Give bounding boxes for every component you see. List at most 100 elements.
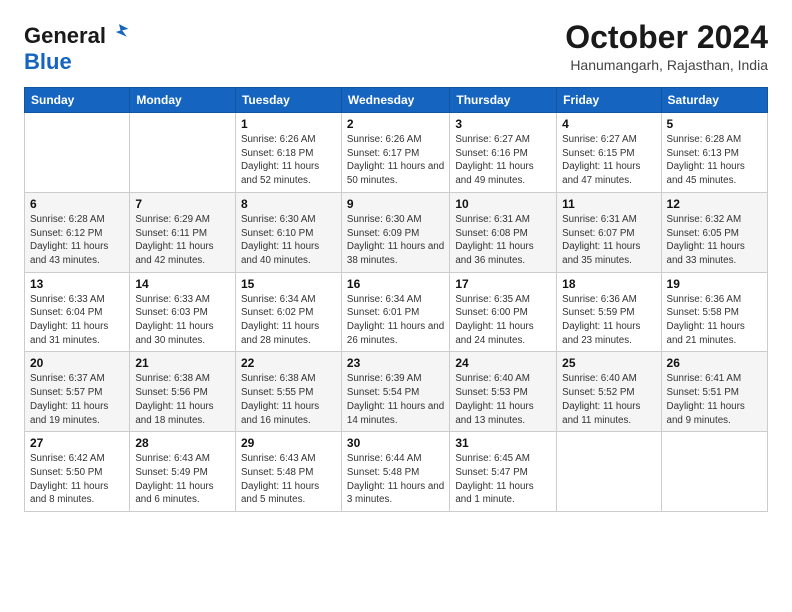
table-row: 20Sunrise: 6:37 AMSunset: 5:57 PMDayligh… xyxy=(25,352,130,432)
table-row: 30Sunrise: 6:44 AMSunset: 5:48 PMDayligh… xyxy=(341,432,449,512)
sun-time: Sunrise: 6:36 AM xyxy=(667,294,742,305)
sun-time: Sunset: 6:11 PM xyxy=(135,228,207,239)
calendar-week-row: 6 Sunrise: 6:28 AM Sunset: 6:12 PM Daylight… xyxy=(25,192,768,272)
daylight-hours: Daylight: 11 hours and 26 minutes. xyxy=(347,321,444,346)
table-row: 2 Sunrise: 6:26 AMSunset: 6:17 PMDaylight… xyxy=(341,113,449,193)
day-info: Sunrise: 6:26 AMSunset: 6:17 PMDaylight:… xyxy=(347,133,444,188)
day-number: 21 xyxy=(135,356,230,370)
table-row: 19Sunrise: 6:36 AMSunset: 5:58 PMDayligh… xyxy=(661,272,767,352)
day-info: Sunrise: 6:28 AMSunset: 6:13 PMDaylight:… xyxy=(667,133,762,188)
col-saturday: Saturday xyxy=(661,88,767,113)
sun-time: Sunrise: 6:34 AM xyxy=(241,294,316,305)
daylight-hours: Daylight: 11 hours and 18 minutes. xyxy=(135,401,213,426)
day-info: Sunrise: 6:45 AMSunset: 5:47 PMDaylight:… xyxy=(455,452,551,507)
table-row: 7Sunrise: 6:29 AMSunset: 6:11 PMDaylight… xyxy=(130,192,236,272)
col-friday: Friday xyxy=(557,88,661,113)
table-row: 15 Sunrise: 6:34 AMSunset: 6:02 PMDayligh… xyxy=(235,272,341,352)
logo-general: General xyxy=(24,23,106,48)
sun-time: Sunset: 6:01 PM xyxy=(347,307,419,318)
day-number: 26 xyxy=(667,356,762,370)
sun-time: Sunrise: 6:31 AM xyxy=(562,214,637,225)
daylight-hours: Daylight: 11 hours and 43 minutes. xyxy=(30,241,108,266)
daylight-hours: Daylight: 11 hours and 11 minutes. xyxy=(562,401,640,426)
day-number: 1 xyxy=(241,117,336,131)
day-number: 8 xyxy=(241,197,336,211)
title-block: October 2024 Hanumangarh, Rajasthan, Ind… xyxy=(565,20,768,73)
sun-time: Sunset: 5:50 PM xyxy=(30,467,102,478)
sun-time: Sunrise: 6:38 AM xyxy=(135,373,210,384)
daylight-hours: Daylight: 11 hours and 52 minutes. xyxy=(241,161,319,186)
day-info: Sunrise: 6:34 AM Sunset: 6:01 PM Daylight:… xyxy=(347,293,444,348)
sun-time: Sunset: 5:48 PM xyxy=(241,467,313,478)
sun-time: Sunset: 6:05 PM xyxy=(667,228,739,239)
sun-time: Sunrise: 6:30 AM xyxy=(347,214,422,225)
table-row: 18Sunrise: 6:36 AMSunset: 5:59 PMDayligh… xyxy=(557,272,661,352)
daylight-hours: Daylight: 11 hours and 28 minutes. xyxy=(241,321,319,346)
table-row: 23Sunrise: 6:39 AMSunset: 5:54 PMDayligh… xyxy=(341,352,449,432)
sun-time: Sunrise: 6:33 AM xyxy=(135,294,210,305)
table-row xyxy=(661,432,767,512)
sun-time: Sunset: 6:12 PM xyxy=(30,228,102,239)
day-info: Sunrise: 6:30 AMSunset: 6:10 PMDaylight:… xyxy=(241,213,336,268)
daylight-hours: Daylight: 11 hours and 6 minutes. xyxy=(135,481,213,506)
sun-time: Sunset: 5:57 PM xyxy=(30,387,102,398)
col-sunday: Sunday xyxy=(25,88,130,113)
day-number: 15 xyxy=(241,277,336,291)
sun-time: Sunrise: 6:39 AM xyxy=(347,373,422,384)
sun-time: Sunrise: 6:34 AM xyxy=(347,294,422,305)
sun-time: Sunrise: 6:45 AM xyxy=(455,453,530,464)
table-row: 16Sunrise: 6:34 AMSunset: 6:01 PMDayligh… xyxy=(341,272,449,352)
day-info: Sunrise: 6:38 AMSunset: 5:55 PMDaylight:… xyxy=(241,372,336,427)
sun-time: Sunset: 5:59 PM xyxy=(562,307,634,318)
day-number: 10 xyxy=(455,197,551,211)
day-number: 31 xyxy=(455,436,551,450)
day-info: Sunrise: 6:40 AMSunset: 5:53 PMDaylight:… xyxy=(455,372,551,427)
daylight-hours: Daylight: 11 hours and 13 minutes. xyxy=(455,401,533,426)
day-info: Sunrise: 6:29 AMSunset: 6:11 PMDaylight:… xyxy=(135,213,230,268)
table-row: 8Sunrise: 6:30 AMSunset: 6:10 PMDaylight… xyxy=(235,192,341,272)
day-number: 3 xyxy=(455,117,551,131)
table-row: 13Sunrise: 6:33 AMSunset: 6:04 PMDayligh… xyxy=(25,272,130,352)
daylight-hours: Daylight: 11 hours and 35 minutes. xyxy=(562,241,640,266)
daylight-hours: Daylight: 11 hours and 36 minutes. xyxy=(455,241,533,266)
day-number: 25 xyxy=(562,356,655,370)
sun-time: Sunrise: 6:27 AM xyxy=(455,134,530,145)
sun-time: Sunset: 6:03 PM xyxy=(135,307,207,318)
day-info: Sunrise: 6:28 AM Sunset: 6:12 PM Daylight:… xyxy=(30,213,124,268)
sun-time: Sunrise: 6:29 AM xyxy=(135,214,210,225)
sun-time: Sunrise: 6:36 AM xyxy=(562,294,637,305)
sun-time: Sunrise: 6:37 AM xyxy=(30,373,105,384)
sun-time: Sunrise: 6:32 AM xyxy=(667,214,742,225)
sun-time: Sunset: 6:00 PM xyxy=(455,307,527,318)
day-info: Sunrise: 6:36 AMSunset: 5:59 PMDaylight:… xyxy=(562,293,655,348)
table-row: 12Sunrise: 6:32 AMSunset: 6:05 PMDayligh… xyxy=(661,192,767,272)
sun-time: Sunrise: 6:28 AM xyxy=(30,214,105,225)
day-number: 4 xyxy=(562,117,655,131)
day-number: 29 xyxy=(241,436,336,450)
day-info: Sunrise: 6:44 AMSunset: 5:48 PMDaylight:… xyxy=(347,452,444,507)
sun-time: Sunset: 5:49 PM xyxy=(135,467,207,478)
day-number: 6 xyxy=(30,197,124,211)
day-info: Sunrise: 6:34 AMSunset: 6:02 PMDaylight:… xyxy=(241,293,336,348)
table-row: 25 Sunrise: 6:40 AM Sunset: 5:52 PM Dayligh… xyxy=(557,352,661,432)
sun-time: Sunrise: 6:43 AM xyxy=(241,453,316,464)
day-number: 17 xyxy=(455,277,551,291)
table-row: 26Sunrise: 6:41 AMSunset: 5:51 PMDayligh… xyxy=(661,352,767,432)
sun-time: Sunset: 6:17 PM xyxy=(347,148,419,159)
daylight-hours: Daylight: 11 hours and 31 minutes. xyxy=(30,321,108,346)
sun-time: Sunrise: 6:30 AM xyxy=(241,214,316,225)
daylight-hours: Daylight: 11 hours and 21 minutes. xyxy=(667,321,745,346)
daylight-hours: Daylight: 11 hours and 50 minutes. xyxy=(347,161,444,186)
sun-time: Sunrise: 6:27 AM xyxy=(562,134,637,145)
sun-time: Sunset: 5:52 PM xyxy=(562,387,634,398)
logo: General Blue xyxy=(24,20,130,75)
sun-time: Sunrise: 6:35 AM xyxy=(455,294,530,305)
day-number: 2 xyxy=(347,117,444,131)
day-number: 27 xyxy=(30,436,124,450)
sun-time: Sunrise: 6:40 AM xyxy=(562,373,637,384)
sun-time: Sunset: 6:18 PM xyxy=(241,148,313,159)
sun-time: Sunset: 6:10 PM xyxy=(241,228,313,239)
page-header: General Blue October 2024 Hanumangarh, R… xyxy=(24,20,768,75)
table-row: 11Sunrise: 6:31 AMSunset: 6:07 PMDayligh… xyxy=(557,192,661,272)
sun-time: Sunset: 6:13 PM xyxy=(667,148,739,159)
